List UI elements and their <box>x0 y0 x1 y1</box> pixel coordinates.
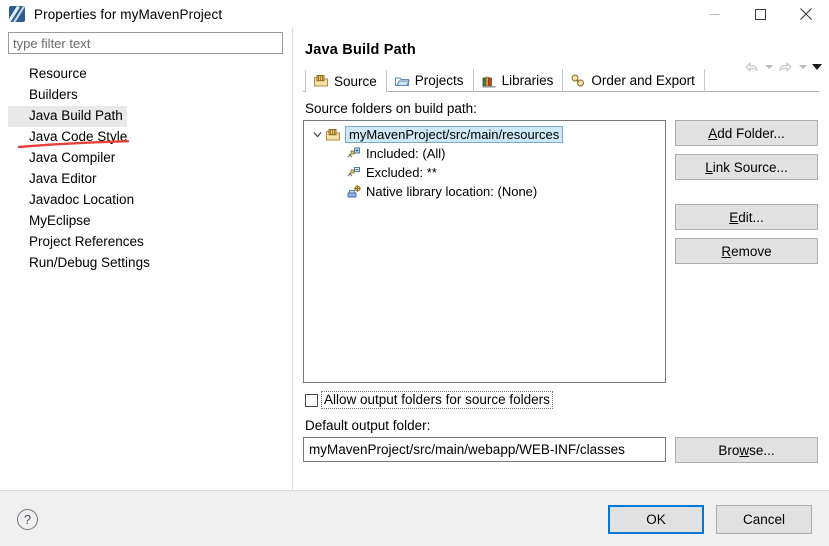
sidebar-item-run-debug-settings[interactable]: Run/Debug Settings <box>8 253 154 274</box>
tab-libraries-label: Libraries <box>501 73 554 88</box>
source-folders-tree[interactable]: myMavenProject/src/main/resources Includ… <box>303 120 666 383</box>
link-source-label: ink Source... <box>712 159 788 175</box>
sidebar-item-java-build-path[interactable]: Java Build Path <box>8 106 127 127</box>
included-filter-icon <box>346 146 362 162</box>
sidebar-item-resource[interactable]: Resource <box>8 64 91 85</box>
maximize-button[interactable] <box>737 0 783 28</box>
title-bar: Properties for myMavenProject <box>0 0 829 28</box>
page-title: Java Build Path <box>305 42 416 58</box>
settings-tree: Resource Builders Java Build Path Java C… <box>8 64 284 274</box>
tree-row-excluded[interactable]: Excluded: ** <box>304 163 665 182</box>
allow-output-folders-label: Allow output folders for source folders <box>321 391 553 409</box>
source-folder-icon <box>325 127 341 143</box>
tab-projects[interactable]: Projects <box>387 69 474 92</box>
tree-row-included-label: Included: (All) <box>366 146 446 161</box>
allow-output-folders-checkbox[interactable] <box>305 393 318 407</box>
order-export-icon <box>570 73 586 89</box>
cancel-button[interactable]: Cancel <box>716 505 812 534</box>
eclipse-properties-icon <box>9 6 25 22</box>
dialog-body: Resource Builders Java Build Path Java C… <box>0 28 829 490</box>
tree-row-root-label: myMavenProject/src/main/resources <box>345 126 564 143</box>
tab-projects-label: Projects <box>414 73 464 88</box>
sidebar-item-java-compiler[interactable]: Java Compiler <box>8 148 119 169</box>
libraries-books-icon <box>481 73 497 89</box>
tab-libraries[interactable]: Libraries <box>474 69 564 92</box>
sidebar-item-builders[interactable]: Builders <box>8 85 82 106</box>
projects-folder-icon <box>394 73 410 89</box>
close-button[interactable] <box>783 0 829 28</box>
default-output-folder-label: Default output folder: <box>305 418 431 433</box>
ok-button[interactable]: OK <box>608 505 704 534</box>
content-panel: Java Build Path Source Projects Librarie… <box>293 28 829 490</box>
tree-row-native-library-label: Native library location: (None) <box>366 184 538 199</box>
excluded-filter-icon <box>346 165 362 181</box>
footer-buttons: OK Cancel <box>608 505 812 534</box>
tab-source[interactable]: Source <box>305 70 387 93</box>
tab-source-label: Source <box>334 73 377 89</box>
dialog-footer: ? OK Cancel <box>0 490 829 546</box>
edit-mnemonic: E <box>729 209 739 225</box>
sidebar-item-javadoc-location[interactable]: Javadoc Location <box>8 190 138 211</box>
allow-output-folders-row[interactable]: Allow output folders for source folders <box>303 391 819 409</box>
sidebar-item-java-editor[interactable]: Java Editor <box>8 169 101 190</box>
chevron-down-icon[interactable] <box>310 127 325 142</box>
link-source-button[interactable]: Link Source... <box>675 154 818 180</box>
link-source-mnemonic: L <box>705 159 713 175</box>
tree-row-root[interactable]: myMavenProject/src/main/resources <box>304 125 665 144</box>
tab-order-and-export-label: Order and Export <box>591 73 695 88</box>
remove-button[interactable]: Remove <box>675 238 818 264</box>
window-controls <box>691 0 829 28</box>
add-folder-button[interactable]: Add Folder... <box>675 120 818 146</box>
settings-sidebar: Resource Builders Java Build Path Java C… <box>0 28 293 490</box>
tree-row-native-library[interactable]: Native library location: (None) <box>304 182 665 201</box>
browse-mnemonic: w <box>739 442 750 458</box>
tab-bar: Source Projects Libraries Order and Expo… <box>303 68 819 93</box>
add-folder-mnemonic: A <box>708 125 718 141</box>
tab-order-and-export[interactable]: Order and Export <box>563 69 705 92</box>
default-output-folder-input[interactable] <box>303 437 666 462</box>
native-library-icon <box>346 184 362 200</box>
tree-row-excluded-label: Excluded: ** <box>366 165 437 180</box>
sidebar-item-java-code-style[interactable]: Java Code Style <box>8 127 131 148</box>
window-title: Properties for myMavenProject <box>34 6 223 22</box>
filter-input[interactable] <box>8 32 283 54</box>
sidebar-item-project-references[interactable]: Project References <box>8 232 148 253</box>
browse-label-pre: Bro <box>718 442 740 458</box>
tree-row-included[interactable]: Included: (All) <box>304 144 665 163</box>
remove-mnemonic: R <box>721 243 732 259</box>
remove-label: emove <box>731 243 772 259</box>
edit-button[interactable]: Edit... <box>675 204 818 230</box>
help-icon[interactable]: ? <box>17 509 38 530</box>
source-folder-icon <box>313 73 329 89</box>
browse-button[interactable]: Bro w se... <box>675 437 818 463</box>
source-tab-panel: Source folders on build path: myMavenPro… <box>303 92 819 463</box>
source-action-buttons: Add Folder... Link Source... Edit... Rem… <box>675 120 818 264</box>
edit-label: dit... <box>738 209 764 225</box>
source-folders-label: Source folders on build path: <box>305 101 477 116</box>
sidebar-item-myeclipse[interactable]: MyEclipse <box>8 211 95 232</box>
browse-label-post: se... <box>749 442 775 458</box>
properties-dialog: Properties for myMavenProject Resource B… <box>0 0 829 546</box>
minimize-button[interactable] <box>691 0 737 28</box>
add-folder-label: dd Folder... <box>717 125 785 141</box>
